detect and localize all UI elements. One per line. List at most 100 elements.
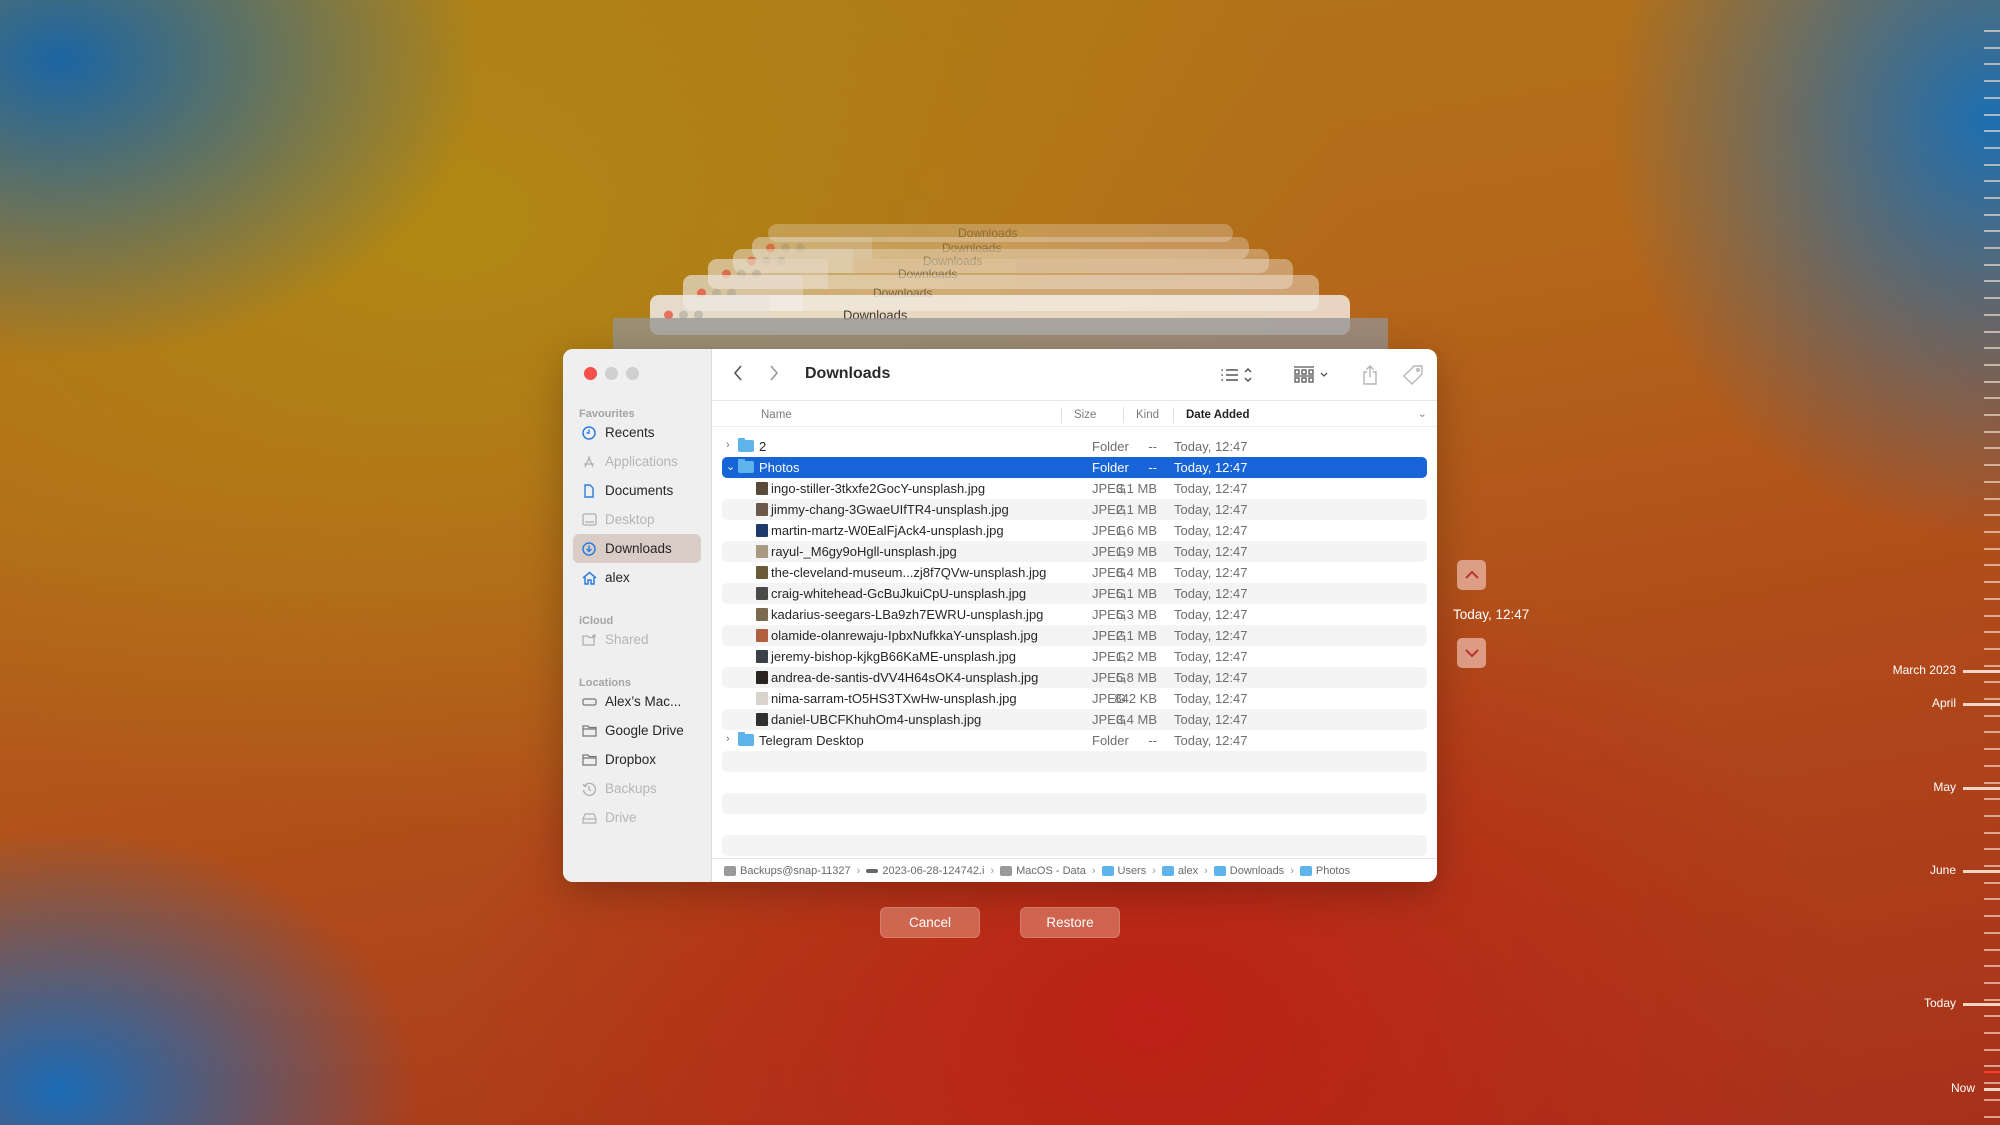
disclosure-collapsed-icon[interactable]: › [726, 439, 730, 451]
timeline-tick [1984, 180, 2000, 182]
forward-button[interactable] [768, 364, 780, 386]
file-kind: Folder [1092, 439, 1129, 454]
timeline-tick [1984, 364, 2000, 366]
file-name: rayul-_M6gy9oHgll-unsplash.jpg [771, 544, 957, 559]
file-row[interactable]: nima-sarram-tO5HS3TXwHw-unsplash.jpg 842 … [722, 688, 1427, 709]
back-button[interactable] [732, 364, 744, 386]
file-date-added: Today, 12:47 [1174, 607, 1248, 622]
sidebar-item-shared[interactable]: Shared [573, 625, 701, 654]
path-separator-icon: › [1152, 864, 1156, 877]
minimize-button[interactable] [605, 367, 618, 380]
share-button[interactable] [1361, 363, 1379, 387]
timeline-label[interactable]: Today [1924, 996, 1956, 1010]
timeline-tick [1984, 130, 2000, 132]
timeline-label[interactable]: March 2023 [1893, 663, 1956, 677]
path-segment[interactable]: 2023-06-28-124742.i › [866, 865, 1000, 877]
timeline-major-tick [1963, 670, 2000, 673]
path-segment[interactable]: Downloads › [1213, 865, 1300, 877]
file-row[interactable]: craig-whitehead-GcBuJkuiCpU-unsplash.jpg… [722, 583, 1427, 604]
file-row[interactable]: ingo-stiller-3tkxfe2GocY-unsplash.jpg 3,1… [722, 478, 1427, 499]
path-segment[interactable]: Photos [1299, 865, 1350, 877]
sidebar-item-dropbox[interactable]: Dropbox [573, 745, 701, 774]
timeline-tick [1984, 331, 2000, 333]
column-size[interactable]: Size [1074, 409, 1096, 421]
timeline-tick [1984, 731, 2000, 733]
file-date-added: Today, 12:47 [1174, 649, 1248, 664]
empty-row [722, 835, 1427, 856]
file-date-added: Today, 12:47 [1174, 712, 1248, 727]
timeline-tick [1984, 898, 2000, 900]
path-segment[interactable]: alex › [1161, 865, 1214, 877]
sort-chevron-icon[interactable]: ⌄ [1418, 407, 1427, 420]
folder-icon [738, 732, 754, 746]
external-drive-icon [581, 810, 597, 826]
timeline-label[interactable]: June [1930, 863, 1956, 877]
column-date-added[interactable]: Date Added [1186, 409, 1249, 421]
file-kind: JPEG [1092, 712, 1126, 727]
window-controls [584, 367, 639, 380]
sidebar-item-desktop[interactable]: Desktop [573, 505, 701, 534]
timeline-tick [1984, 1082, 2000, 1084]
view-options-button[interactable] [1220, 363, 1254, 387]
sidebar-item-drive[interactable]: Drive [573, 803, 701, 832]
folder-row[interactable]: ⌄ Photos -- Folder Today, 12:47 [722, 457, 1427, 478]
path-segment[interactable]: MacOS - Data › [1000, 865, 1101, 877]
sidebar-item-backups[interactable]: Backups [573, 774, 701, 803]
file-name: kadarius-seegars-LBa9zh7EWRU-unsplash.jp… [771, 607, 1044, 622]
close-button[interactable] [584, 367, 597, 380]
image-thumbnail-icon [756, 692, 768, 705]
file-row[interactable]: jeremy-bishop-kjkgB66KaME-unsplash.jpg 1,… [722, 646, 1427, 667]
folder-row[interactable]: › Telegram Desktop -- Folder Today, 12:47 [722, 730, 1427, 751]
tag-button[interactable] [1402, 363, 1424, 387]
image-thumbnail-icon [756, 671, 768, 684]
timeline-tick [1984, 297, 2000, 299]
path-segment[interactable]: Backups@snap-11327 › [724, 865, 866, 877]
cancel-button[interactable]: Cancel [880, 907, 980, 938]
sidebar-item-alex[interactable]: alex [573, 563, 701, 592]
timeline-tick [1984, 498, 2000, 500]
sidebar-item-label: alex [605, 570, 630, 585]
file-row[interactable]: rayul-_M6gy9oHgll-unsplash.jpg 1,9 MB JPEG… [722, 541, 1427, 562]
folder-row[interactable]: › 2 -- Folder Today, 12:47 [722, 436, 1427, 457]
file-row[interactable]: olamide-olanrewaju-IpbxNufkkaY-unsplash.… [722, 625, 1427, 646]
next-snapshot-button[interactable] [1457, 638, 1486, 668]
sidebar-item-applications[interactable]: Applications [573, 447, 701, 476]
home-icon [581, 570, 597, 586]
disclosure-expanded-icon[interactable]: ⌄ [726, 460, 735, 473]
file-size: -- [1148, 460, 1157, 475]
file-kind: JPEG [1092, 691, 1126, 706]
restore-button[interactable]: Restore [1020, 907, 1120, 938]
column-kind[interactable]: Kind [1136, 409, 1159, 421]
timeline-tick [1984, 832, 2000, 834]
sidebar-item-recents[interactable]: Recents [573, 418, 701, 447]
previous-snapshot-button[interactable] [1457, 560, 1486, 590]
group-by-button[interactable] [1293, 363, 1331, 387]
timeline-tick [1984, 80, 2000, 82]
image-thumbnail-icon [756, 713, 768, 726]
sidebar-item-label: Shared [605, 632, 649, 647]
timeline-label[interactable]: Now [1951, 1081, 1975, 1095]
column-name[interactable]: Name [761, 409, 792, 421]
file-row[interactable]: kadarius-seegars-LBa9zh7EWRU-unsplash.jp… [722, 604, 1427, 625]
file-name: nima-sarram-tO5HS3TXwHw-unsplash.jpg [771, 691, 1017, 706]
sidebar-item-google-drive[interactable]: Google Drive [573, 716, 701, 745]
file-name: Telegram Desktop [759, 733, 864, 748]
sidebar: Favourites Recents Applications Document… [563, 349, 712, 882]
timeline-label[interactable]: May [1933, 780, 1956, 794]
zoom-button[interactable] [626, 367, 639, 380]
file-row[interactable]: martin-martz-W0EalFjAck4-unsplash.jpg 1,6… [722, 520, 1427, 541]
file-row[interactable]: the-cleveland-museum...zj8f7QVw-unsplash… [722, 562, 1427, 583]
sidebar-item-downloads[interactable]: Downloads [573, 534, 701, 563]
file-row[interactable]: jimmy-chang-3GwaeUIfTR4-unsplash.jpg 2,1 … [722, 499, 1427, 520]
timeline-label[interactable]: April [1932, 696, 1956, 710]
file-row[interactable]: daniel-UBCFKhuhOm4-unsplash.jpg 3,4 MB JPE… [722, 709, 1427, 730]
drive-icon [581, 694, 597, 710]
file-row[interactable]: andrea-de-santis-dVV4H64sOK4-unsplash.jp… [722, 667, 1427, 688]
sidebar-item-alexs-mac[interactable]: Alex’s Mac... [573, 687, 701, 716]
sidebar-item-documents[interactable]: Documents [573, 476, 701, 505]
sidebar-item-label: Applications [605, 454, 678, 469]
backup-timeline[interactable]: March 2023 April May June Today Now [1860, 0, 2000, 1125]
disclosure-collapsed-icon[interactable]: › [726, 733, 730, 745]
path-segment[interactable]: Users › [1101, 864, 1162, 877]
image-thumbnail-icon [756, 629, 768, 642]
